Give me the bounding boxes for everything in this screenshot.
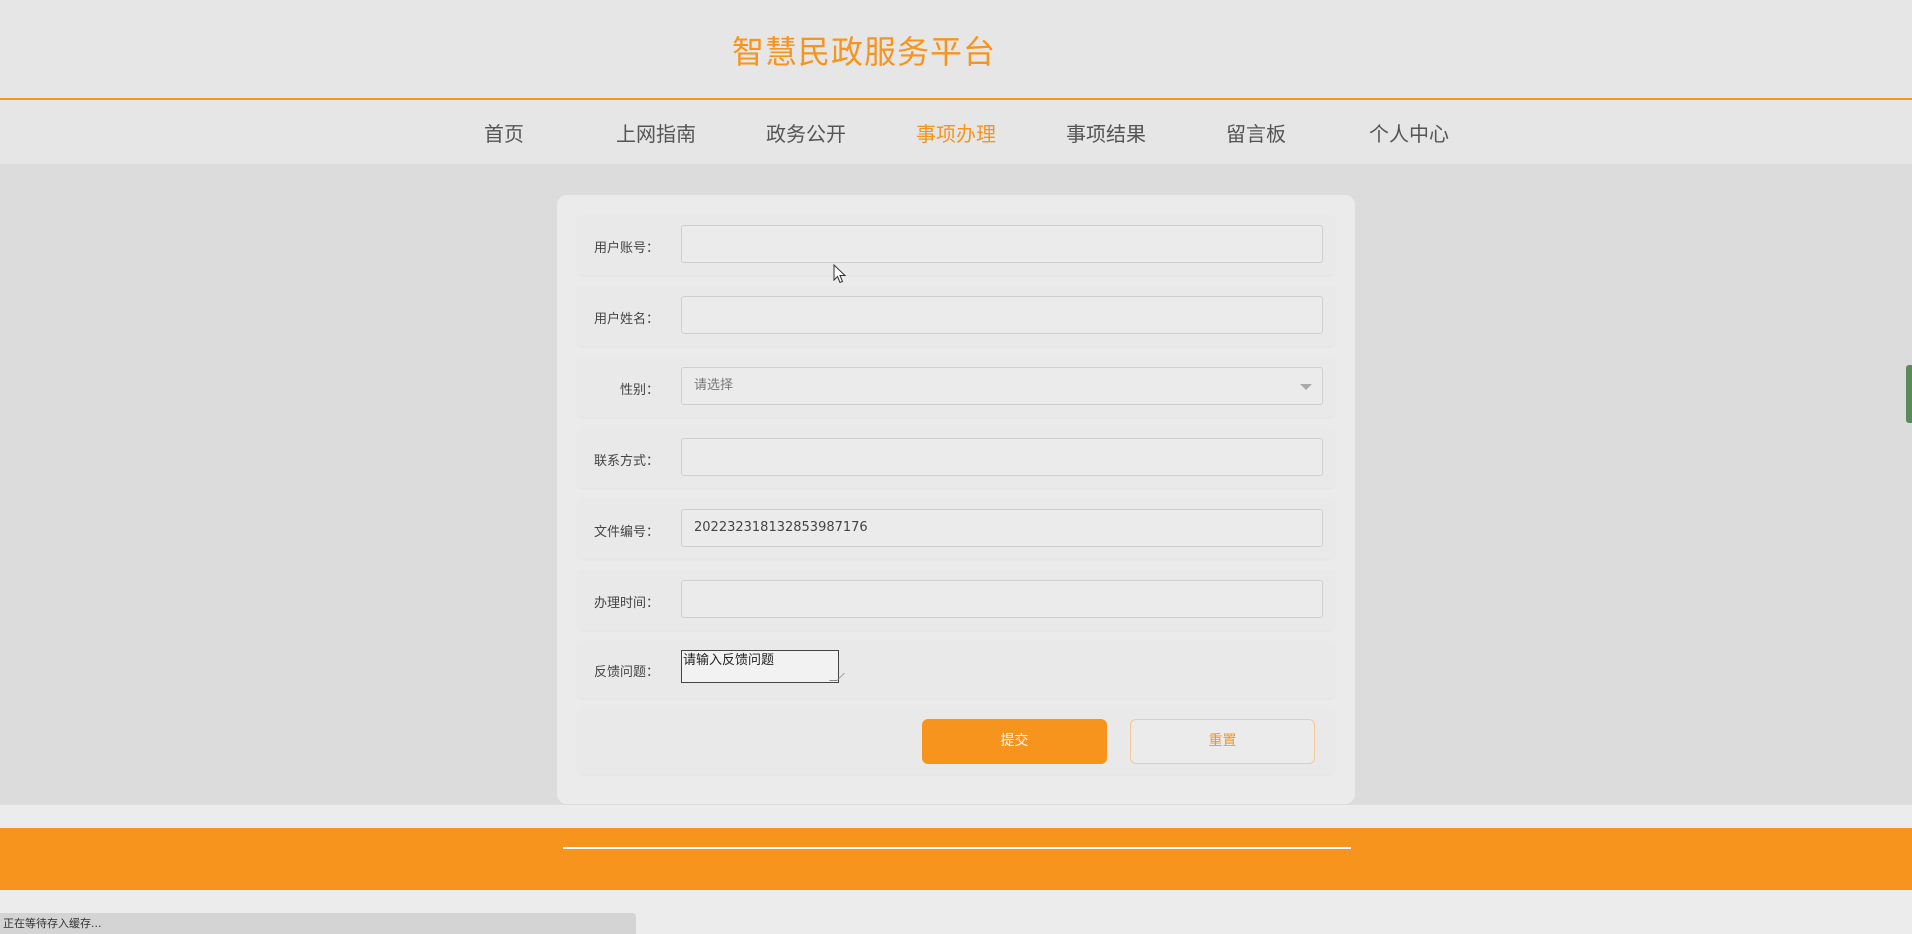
form-row-account: 用户账号： — [577, 215, 1335, 275]
form-row-handle-time: 办理时间： — [577, 570, 1335, 630]
nav-item-matter-handling[interactable]: 事项办理 — [916, 118, 996, 147]
handle-time-label: 办理时间： — [593, 596, 659, 611]
gender-select-value: 请选择 — [694, 378, 734, 393]
nav-item-message-board[interactable]: 留言板 — [1226, 118, 1286, 147]
nav-item-matter-results[interactable]: 事项结果 — [1066, 118, 1146, 147]
nav-item-guide[interactable]: 上网指南 — [616, 118, 696, 147]
feedback-textarea[interactable]: 请输入反馈问题 — [681, 650, 845, 683]
site-header: 智慧民政服务平台 — [0, 0, 1912, 100]
account-label: 用户账号： — [593, 241, 659, 256]
submit-button[interactable]: 提交 — [922, 719, 1107, 764]
gender-label: 性别： — [619, 383, 659, 398]
chevron-down-icon — [1300, 384, 1312, 390]
form-row-contact: 联系方式： — [577, 428, 1335, 488]
handle-time-input[interactable] — [681, 580, 1323, 618]
resize-handle-icon[interactable] — [829, 673, 845, 681]
feedback-label: 反馈问题： — [593, 665, 659, 680]
form-row-gender: 性别： 请选择 — [577, 357, 1335, 417]
gender-select[interactable]: 请选择 — [681, 367, 1323, 405]
site-title: 智慧民政服务平台 — [732, 33, 997, 71]
name-input[interactable] — [681, 296, 1323, 334]
main-nav: 首页 上网指南 政务公开 事项办理 事项结果 留言板 个人中心 — [0, 100, 1912, 164]
site-footer — [0, 828, 1912, 890]
form-row-file-number: 文件编号： 20223231813285398717​6 — [577, 499, 1335, 559]
form-row-feedback: 反馈问题： 请输入反馈问题 — [577, 641, 1335, 698]
contact-label: 联系方式： — [593, 454, 659, 469]
nav-item-government-affairs[interactable]: 政务公开 — [766, 118, 846, 147]
footer-divider — [563, 847, 1351, 849]
nav-item-home[interactable]: 首页 — [484, 118, 524, 147]
scrollbar-handle[interactable] — [1906, 365, 1912, 423]
account-input[interactable] — [681, 225, 1323, 263]
nav-item-personal-center[interactable]: 个人中心 — [1369, 118, 1449, 147]
contact-input[interactable] — [681, 438, 1323, 476]
mouse-cursor-icon — [833, 264, 847, 284]
file-number-label: 文件编号： — [593, 525, 659, 540]
form-row-name: 用户姓名： — [577, 286, 1335, 346]
file-number-input[interactable]: 20223231813285398717​6 — [681, 509, 1323, 547]
browser-status-bar: 正在等待存入缓存... — [0, 913, 636, 934]
footer-spacer — [0, 805, 1912, 828]
reset-button[interactable]: 重置 — [1130, 719, 1315, 764]
feedback-textarea-text: 请输入反馈问题 — [683, 653, 775, 668]
name-label: 用户姓名： — [593, 312, 659, 327]
